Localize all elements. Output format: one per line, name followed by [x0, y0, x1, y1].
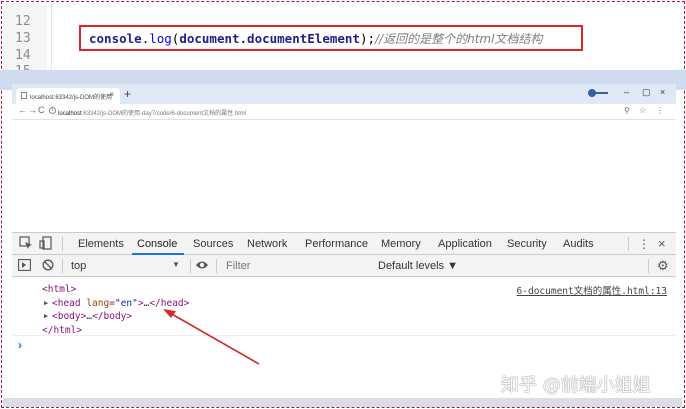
back-button[interactable]: ←: [18, 105, 27, 115]
toolbar-divider: [628, 237, 629, 251]
html-close-tag: </html>: [42, 324, 83, 336]
body-open-tag: <body>: [52, 311, 87, 322]
close-devtools-icon[interactable]: ×: [658, 236, 666, 251]
code-method: log: [149, 31, 172, 46]
url-path: :63342/js-DOM的使用-day7/code/6-document文档的…: [81, 111, 247, 117]
toolbar-divider: [190, 259, 191, 273]
browser-titlebar: localhost:63342/js-DOM的使用 × + – ▢ ×: [12, 84, 676, 104]
toolbar-divider: [62, 237, 63, 251]
inspect-element-icon[interactable]: [19, 236, 33, 253]
url-field[interactable]: localhost:63342/js-DOM的使用-day7/code/6-do…: [58, 108, 246, 117]
attr-name: lang: [86, 297, 110, 309]
source-link[interactable]: 6-document文档的属性.html:13: [517, 283, 667, 297]
code-line-13: console.log(document.documentElement);//…: [89, 30, 542, 47]
chevron-down-icon: ▼: [172, 260, 180, 269]
body-row[interactable]: ▶ <body>…</body>: [42, 310, 189, 324]
filter-input[interactable]: [220, 258, 370, 274]
tab-network[interactable]: Network: [247, 238, 287, 250]
gutter-separator: [51, 3, 52, 71]
info-icon[interactable]: i: [49, 107, 56, 114]
tab-security[interactable]: Security: [507, 238, 547, 250]
tab-application[interactable]: Application: [438, 238, 492, 250]
log-levels-dropdown[interactable]: Default levels ▼: [378, 260, 458, 272]
settings-gear-icon[interactable]: ⚙: [657, 258, 669, 274]
clear-console-icon[interactable]: [42, 259, 54, 274]
line-number: 12: [15, 14, 31, 29]
device-toolbar-icon[interactable]: [39, 236, 53, 253]
more-options-icon[interactable]: ⋮: [638, 237, 650, 251]
page-viewport: [12, 121, 676, 232]
html-open-row[interactable]: <html>: [42, 283, 189, 297]
dom-tree: <html> ▶ <head lang="en">…</head> ▶ <body>…: [42, 283, 189, 337]
expand-triangle-icon[interactable]: ▶: [44, 310, 48, 324]
prompt-divider: [12, 335, 676, 336]
devtools-tab-bar: Elements Console Sources Network Perform…: [12, 233, 676, 255]
tab-title: localhost:63342/js-DOM的使用: [30, 95, 113, 101]
expand-triangle-icon[interactable]: ▶: [44, 297, 48, 311]
code-object: console: [89, 31, 142, 46]
context-value: top: [71, 260, 87, 272]
head-close-tag: </head>: [149, 297, 190, 309]
tab-performance[interactable]: Performance: [305, 238, 368, 250]
show-sidebar-icon[interactable]: [18, 259, 31, 274]
code-editor: 12 13 14 15 console.log(document.documen…: [3, 3, 682, 71]
watermark: 知乎 @前端小姐姐: [501, 375, 651, 396]
line-number: 13: [15, 31, 31, 46]
code-comment: //返回的是整个的html文档结构: [375, 32, 543, 46]
toolbar-divider: [648, 259, 649, 273]
console-prompt-icon[interactable]: ›: [18, 338, 22, 352]
line-number: 14: [15, 48, 31, 63]
eye-icon[interactable]: [195, 259, 209, 274]
head-open-tag: <head: [52, 297, 87, 309]
browser-tab[interactable]: localhost:63342/js-DOM的使用 ×: [16, 88, 120, 104]
toolbar-divider: [62, 259, 63, 273]
toolbar-divider: [216, 259, 217, 273]
forward-button[interactable]: →: [28, 105, 37, 115]
reload-button[interactable]: C: [38, 105, 45, 115]
tab-console[interactable]: Console: [137, 238, 177, 250]
new-tab-button[interactable]: +: [124, 87, 131, 101]
page-icon: [21, 92, 27, 99]
tab-audits[interactable]: Audits: [563, 238, 594, 250]
html-open-tag: <html>: [42, 284, 77, 295]
tab-sources[interactable]: Sources: [193, 238, 233, 250]
head-row[interactable]: ▶ <head lang="en">…</head>: [42, 297, 189, 311]
context-selector[interactable]: top: [66, 258, 184, 274]
attr-value: "en": [114, 297, 138, 309]
browser-window: localhost:63342/js-DOM的使用 × + – ▢ × ← → …: [12, 84, 676, 401]
window-slider-knob: [588, 89, 596, 97]
console-toolbar: top ▼ Default levels ▼ ⚙: [12, 255, 676, 277]
code-paren-close: );: [359, 31, 376, 46]
bookmark-star-icon[interactable]: ☆: [639, 106, 646, 115]
address-bar: ← → C i localhost:63342/js-DOM的使用-day7/c…: [12, 104, 676, 120]
tab-memory[interactable]: Memory: [381, 238, 421, 250]
browser-menu-icon[interactable]: ⋮: [656, 106, 664, 115]
body-close-tag: </body>: [92, 311, 133, 322]
url-host: localhost: [58, 111, 82, 117]
maximize-button[interactable]: ▢: [642, 87, 651, 98]
bottom-band: [3, 398, 682, 407]
tab-elements[interactable]: Elements: [78, 238, 124, 250]
zoom-icon[interactable]: ⚲: [624, 106, 630, 115]
close-window-button[interactable]: ×: [660, 87, 665, 97]
minimize-button[interactable]: –: [624, 87, 629, 97]
tab-close-icon[interactable]: ×: [109, 90, 114, 99]
code-argument: document.documentElement: [179, 31, 360, 46]
